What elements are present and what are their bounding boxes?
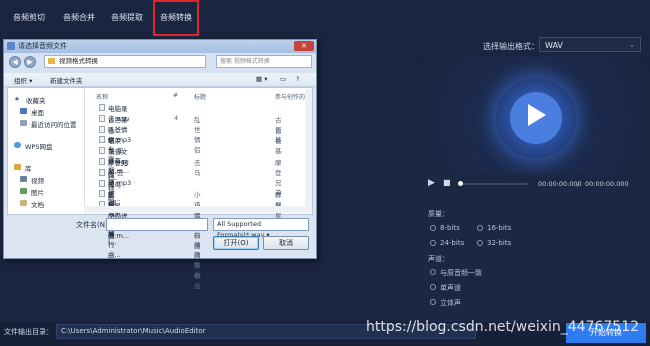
quality-label: 质量： [428,210,449,218]
path-bar[interactable]: 视频格式转换 [44,55,206,68]
file-title: 乱世情侣 [194,115,201,154]
filename-label: 文件名(N): [76,221,111,229]
radio-24bits[interactable] [430,240,436,246]
nav-library[interactable]: 库 [25,163,32,173]
option-16bits: 16-bits [487,224,512,232]
help-icon[interactable]: ? [296,75,299,83]
search-input[interactable]: 搜索 视频格式转换 [216,55,312,68]
videos-icon [20,176,27,182]
file-title: 去马 [194,159,201,177]
option-channel-stereo: 立体声 [440,299,461,307]
organize-button[interactable]: 组织 ▾ [14,75,32,85]
cancel-button[interactable]: 取消 [263,236,309,250]
back-icon[interactable]: ◀ [9,56,21,68]
vertical-scrollbar[interactable] [305,89,312,213]
tab-audio-merge[interactable]: 音频合并 [56,0,102,36]
pictures-icon [20,188,27,194]
progress-track[interactable] [460,183,528,185]
cloud-icon [14,142,21,148]
horizontal-scrollbar[interactable] [84,206,305,213]
option-channel-original: 与原音频一致 [440,269,482,277]
radio-channel-stereo[interactable] [430,299,436,305]
dialog-title: 请选择音频文件 [18,42,67,50]
option-channel-mono: 单声道 [440,284,461,292]
filetype-select[interactable]: All Supported Formats(*.wav ▾ [213,218,309,239]
navigation-pane [8,88,85,214]
forward-icon[interactable]: ▶ [24,56,36,68]
preview-pane-icon[interactable]: ▭ [280,75,286,83]
column-header-title[interactable]: 标题 [194,92,206,101]
time-separator: / [577,180,580,188]
option-24bits: 24-bits [440,239,465,247]
nav-wps-drive[interactable]: WPS网盘 [25,141,52,151]
output-format-select[interactable]: WAV ⌄ [539,37,641,52]
documents-icon [20,200,27,206]
nav-favorites-star-icon: ★ [14,95,20,103]
search-placeholder: 搜索 视频格式转换 [220,58,270,65]
column-header-number[interactable]: # [173,92,178,99]
audio-file-icon [99,179,105,187]
audio-file-icon [99,158,105,165]
channel-label: 声道： [428,255,449,263]
tab-audio-convert[interactable]: 音频转换 [153,0,199,36]
file-title: 小鸡进行曲 精简歌曲 [194,202,201,291]
stop-icon[interactable]: ■ [443,178,451,187]
time-total: 00:00:00.000 [585,180,629,188]
audio-file-icon [99,190,105,198]
recent-places-icon [20,120,27,126]
audio-file-icon [99,136,105,144]
path-text: 视频格式转换 [59,57,98,65]
radio-8bits[interactable] [430,225,436,231]
file-artist: 古巨基 [275,126,282,155]
audio-file-icon [99,125,105,133]
big-play-icon[interactable] [528,104,546,126]
open-button[interactable]: 打开(O) [213,236,259,250]
close-icon[interactable]: ✕ [294,41,314,51]
radio-channel-mono[interactable] [430,284,436,290]
output-dir-value: C:\Users\Administrator\Music\AudioEditor [61,327,206,335]
output-format-value: WAV [545,41,563,50]
audio-file-icon [99,104,105,111]
chevron-down-icon: ⌄ [629,41,635,49]
radio-16bits[interactable] [477,225,483,231]
option-32bits: 32-bits [487,239,512,247]
output-format-label: 选择输出格式： [483,42,539,51]
app-window: 音频剪切 音频合并 音频提取 音频转换 选择输出格式： WAV ⌄ ▶ ■ 00… [0,0,650,346]
file-open-dialog: 请选择音频文件 ✕ ◀ ▶ 视频格式转换 搜索 视频格式转换 组织 ▾ 新建文件… [3,39,317,290]
audio-file-icon [99,114,105,122]
filename-input[interactable] [106,218,208,231]
option-8bits: 8-bits [440,224,460,232]
view-options-icon[interactable]: ▦ ▾ [256,75,267,83]
nav-recent[interactable]: 最近访问的位置 [31,119,77,129]
nav-documents[interactable]: 文档 [31,199,44,209]
new-folder-button[interactable]: 新建文件夹 [50,75,83,85]
play-icon[interactable]: ▶ [428,178,435,188]
file-number: 4 [174,113,179,122]
desktop-icon [20,108,27,114]
library-icon [14,164,21,170]
folder-icon [48,58,55,64]
tab-audio-extract[interactable]: 音频提取 [104,0,150,36]
app-icon [7,42,15,50]
nav-videos[interactable]: 视频 [31,175,44,185]
output-dir-label: 文件输出目录： [4,328,53,336]
tab-audio-cut[interactable]: 音频剪切 [6,0,52,36]
nav-pictures[interactable]: 图片 [31,187,44,197]
audio-file-icon [99,147,105,155]
nav-desktop[interactable]: 桌面 [31,107,44,117]
watermark-text: https://blog.csdn.net/weixin_44767512 [366,319,640,335]
radio-channel-original[interactable] [430,269,436,275]
dialog-titlebar: 请选择音频文件 ✕ [4,40,316,53]
audio-file-icon [99,168,105,176]
column-header-name[interactable]: 名称 [96,92,108,101]
top-tab-bar: 音频剪切 音频合并 音频提取 音频转换 [0,0,650,36]
radio-32bits[interactable] [477,240,483,246]
progress-handle[interactable] [458,181,463,186]
time-current: 00:00:00.000 [538,180,582,188]
nav-favorites[interactable]: 收藏夹 [26,95,46,105]
